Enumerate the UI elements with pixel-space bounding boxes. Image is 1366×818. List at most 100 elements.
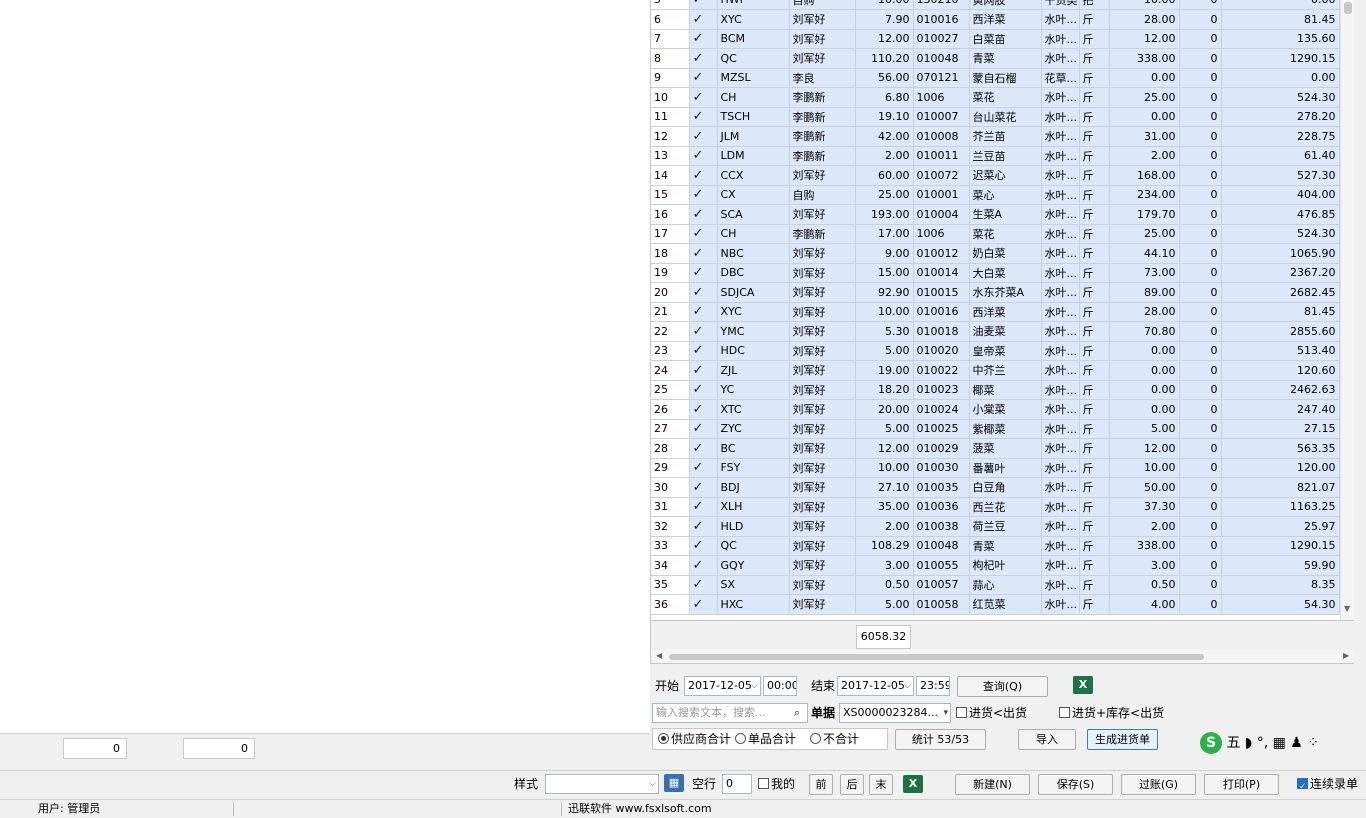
table-cell[interactable]: 大白菜 [969, 263, 1042, 283]
table-cell[interactable]: 0 [1179, 321, 1222, 342]
table-cell[interactable]: 水叶... [1041, 185, 1080, 205]
table-cell[interactable]: ✓ [689, 48, 718, 69]
table-cell[interactable]: 26 [651, 399, 690, 420]
table-cell[interactable]: 16 [651, 204, 690, 225]
table-cell[interactable]: ✓ [689, 107, 718, 127]
table-cell[interactable]: ✓ [689, 341, 718, 361]
table-row[interactable]: 33 ✓ QC 刘军好 108.29 010048 青菜 水叶... 斤 338.00 0 1290.… [651, 536, 1340, 556]
table-cell[interactable]: 0 [1179, 126, 1222, 147]
row-check-icon[interactable]: ✓ [693, 422, 704, 435]
table-cell[interactable]: 010016 [913, 302, 970, 322]
table-cell[interactable]: 21 [651, 302, 690, 322]
table-cell[interactable]: XTC [717, 399, 790, 420]
table-cell[interactable]: 水叶... [1041, 9, 1080, 30]
table-cell[interactable]: ✓ [689, 68, 718, 88]
table-cell[interactable]: 刘军好 [789, 497, 856, 517]
table-cell[interactable]: 水叶... [1041, 438, 1080, 459]
table-cell[interactable]: HWP [717, 0, 790, 10]
row-check-icon[interactable]: ✓ [693, 188, 704, 201]
table-cell[interactable]: MZSL [717, 68, 790, 88]
table-cell[interactable]: ✓ [689, 282, 718, 303]
row-check-icon[interactable]: ✓ [693, 364, 704, 377]
table-cell[interactable]: 0.50 [855, 575, 914, 595]
table-cell[interactable]: 0 [1179, 165, 1222, 186]
print-button[interactable]: 打印(P) [1204, 774, 1279, 795]
table-cell[interactable]: 蒙自石榴 [969, 68, 1042, 88]
table-cell[interactable]: 刘军好 [789, 380, 856, 400]
table-cell[interactable]: 斤 [1079, 399, 1110, 420]
table-cell[interactable]: 水叶... [1041, 87, 1080, 108]
table-row[interactable]: 18 ✓ NBC 刘军好 9.00 010012 奶白菜 水叶... 斤 44.10 0 1065.9… [651, 243, 1340, 264]
table-cell[interactable]: ✓ [689, 29, 718, 49]
table-cell[interactable]: 30 [651, 477, 690, 498]
table-cell[interactable]: 8.35 [1221, 575, 1340, 595]
table-cell[interactable]: 生菜A [969, 204, 1042, 225]
table-cell[interactable]: 0 [1179, 575, 1222, 595]
table-cell[interactable]: 010012 [913, 243, 970, 264]
generate-purchase-button[interactable]: 生成进货单 [1087, 729, 1158, 750]
table-cell[interactable]: 56.00 [855, 68, 914, 88]
table-cell[interactable]: 6.80 [855, 87, 914, 108]
table-cell[interactable]: 0 [1179, 302, 1222, 322]
row-check-icon[interactable]: ✓ [693, 461, 704, 474]
table-cell[interactable]: 水叶... [1041, 419, 1080, 439]
start-date-picker[interactable]: 2017-12-05 ⌵ [684, 676, 761, 696]
table-cell[interactable]: 25.97 [1221, 516, 1340, 537]
table-cell[interactable]: 0.00 [1221, 0, 1340, 10]
table-cell[interactable]: 斤 [1079, 48, 1110, 69]
table-cell[interactable]: 10.00 [1109, 0, 1180, 10]
table-cell[interactable]: 斤 [1079, 380, 1110, 400]
table-cell[interactable]: ✓ [689, 204, 718, 225]
table-cell[interactable]: 3.00 [1109, 555, 1180, 576]
table-cell[interactable]: 0.50 [1109, 575, 1180, 595]
table-cell[interactable]: 菜心 [969, 185, 1042, 205]
radio-item[interactable]: 单品合计 [735, 729, 796, 749]
table-row[interactable]: 12 ✓ JLM 李鹏新 42.00 010008 芥兰苗 水叶... 斤 31.00 0 228.7… [651, 126, 1340, 147]
table-cell[interactable]: ✓ [689, 497, 718, 517]
table-cell[interactable]: 水叶... [1041, 594, 1080, 615]
table-cell[interactable]: 0.00 [1109, 107, 1180, 127]
grid-vertical-scrollbar[interactable]: ▼ [1340, 0, 1354, 620]
table-cell[interactable]: 60.00 [855, 165, 914, 186]
table-cell[interactable]: 34 [651, 555, 690, 576]
table-cell[interactable]: 168.00 [1109, 165, 1180, 186]
search-input[interactable]: 输入搜索文本，搜索... [652, 703, 808, 723]
table-cell[interactable]: 斤 [1079, 419, 1110, 439]
row-check-icon[interactable]: ✓ [693, 481, 704, 494]
table-cell[interactable]: 水叶... [1041, 477, 1080, 498]
table-cell[interactable]: 10.00 [855, 0, 914, 10]
table-cell[interactable]: 0 [1179, 594, 1222, 615]
table-cell[interactable]: 20 [651, 282, 690, 303]
table-row[interactable]: 32 ✓ HLD 刘军好 2.00 010038 荷兰豆 水叶... 斤 2.00 0 25.97 [651, 516, 1340, 537]
table-cell[interactable]: 278.20 [1221, 107, 1340, 127]
table-cell[interactable]: 23 [651, 341, 690, 361]
table-cell[interactable]: 水叶... [1041, 146, 1080, 166]
table-cell[interactable]: 0.00 [1109, 360, 1180, 381]
table-cell[interactable]: 476.85 [1221, 204, 1340, 225]
table-cell[interactable]: 李鹏新 [789, 126, 856, 147]
table-cell[interactable]: XLH [717, 497, 790, 517]
table-cell[interactable]: 0 [1179, 399, 1222, 420]
table-cell[interactable]: 010027 [913, 29, 970, 49]
table-cell[interactable]: 水叶... [1041, 29, 1080, 49]
table-cell[interactable]: 刘军好 [789, 575, 856, 595]
table-cell[interactable]: 水叶... [1041, 126, 1080, 147]
table-cell[interactable]: 010030 [913, 458, 970, 478]
table-cell[interactable]: 0 [1179, 107, 1222, 127]
table-cell[interactable]: 27.10 [855, 477, 914, 498]
table-row[interactable]: 17 ✓ CH 李鹏新 17.00 1006 菜花 水叶... 斤 25.00 0 524.30 [651, 224, 1340, 244]
table-row[interactable]: 11 ✓ TSCH 李鹏新 19.10 010007 台山菜花 水叶... 斤 0.00 0 278.… [651, 107, 1340, 127]
table-cell[interactable]: 70.80 [1109, 321, 1180, 342]
table-cell[interactable]: 油麦菜 [969, 321, 1042, 342]
table-cell[interactable]: SX [717, 575, 790, 595]
table-cell[interactable]: 5.00 [855, 341, 914, 361]
table-cell[interactable]: 李鹏新 [789, 224, 856, 244]
table-cell[interactable]: 563.35 [1221, 438, 1340, 459]
table-cell[interactable]: 斤 [1079, 68, 1110, 88]
table-cell[interactable]: 28.00 [1109, 302, 1180, 322]
table-cell[interactable]: 斤 [1079, 497, 1110, 517]
row-check-icon[interactable]: ✓ [693, 208, 704, 221]
start-time-field[interactable]: 00:00 [763, 676, 797, 696]
radio-supplier[interactable]: 供应商合计 [658, 729, 731, 749]
table-row[interactable]: 23 ✓ HDC 刘军好 5.00 010020 皇帝菜 水叶... 斤 0.00 0 513.40 [651, 341, 1340, 361]
